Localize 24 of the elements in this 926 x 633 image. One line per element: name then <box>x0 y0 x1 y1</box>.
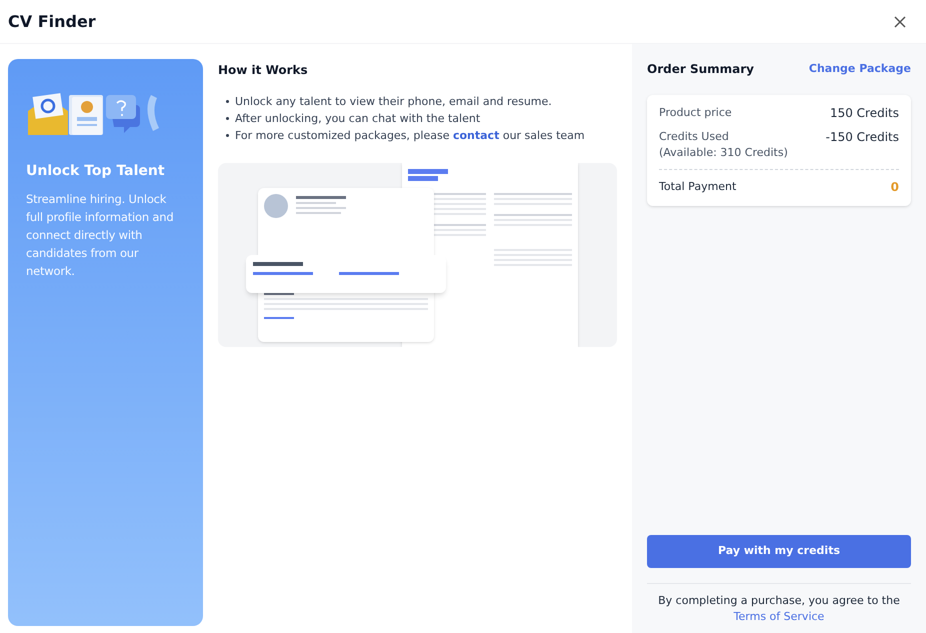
row-sublabel: (Available: 310 Credits) <box>659 145 788 161</box>
row-label: Credits Used <box>659 129 730 145</box>
promo-description: Streamline hiring. Unlock full profile information and connect directly with candidates from our network. <box>26 191 174 280</box>
close-icon <box>894 16 906 28</box>
row-value: 150 Credits <box>830 105 899 121</box>
change-package-link[interactable]: Change Package <box>808 60 911 78</box>
section-title: How it Works <box>218 62 309 79</box>
terms-text: By completing a purchase, you agree to the Terms of Service <box>657 593 901 625</box>
bullet-text: For more customized packages, please contact our sales team <box>235 128 585 143</box>
bullet-icon <box>226 117 229 120</box>
total-value: 0 <box>890 179 899 196</box>
total-label: Total Payment <box>659 178 736 195</box>
row-value: -150 Credits <box>826 129 899 145</box>
bullet-icon <box>226 100 229 103</box>
promo-title: Unlock Top Talent <box>26 162 166 181</box>
row-label: Product price <box>659 105 732 121</box>
window-title: CV Finder <box>8 10 96 32</box>
terms-link[interactable]: Terms of Service <box>734 610 824 623</box>
bullet-icon <box>226 134 229 137</box>
contact-link[interactable]: contact <box>452 129 500 142</box>
pay-button[interactable]: Pay with my credits <box>647 535 911 568</box>
bullet-text: Unlock any talent to view their phone, email and resume. <box>235 94 552 109</box>
bullet-text: After unlocking, you can chat with the talent <box>235 111 480 126</box>
section-title: Order Summary <box>647 61 754 78</box>
